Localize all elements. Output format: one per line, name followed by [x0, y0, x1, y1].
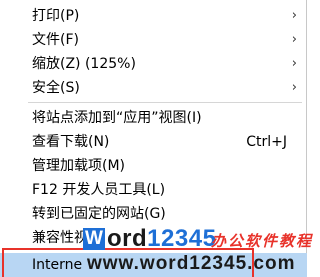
menu-item-label: 文件(F) [32, 32, 79, 48]
menu-item-print[interactable]: 打印(P) › [0, 4, 307, 28]
menu-item-label: 安全(S) [32, 80, 80, 96]
menu-item-manage-addons[interactable]: 管理加载项(M) [0, 154, 307, 178]
menu-item-zoom[interactable]: 缩放(Z) (125%) › [0, 52, 307, 76]
submenu-arrow-icon: › [291, 8, 297, 23]
watermark-brand: ord12345 [107, 224, 216, 254]
menu-item-label: 查看下载(N) [32, 134, 110, 150]
menu-item-label: 打印(P) [32, 8, 80, 24]
menu-item-label: 转到已固定的网站(G) [32, 206, 166, 222]
watermark-word: ord [107, 225, 148, 252]
menu-item-label: 缩放(Z) (125%) [32, 56, 136, 72]
menu-item-shortcut: Ctrl+J [246, 134, 287, 150]
watermark-url: www.word12345.com [87, 253, 296, 274]
menu-item-label: 兼容性视 [32, 230, 88, 246]
submenu-arrow-icon: › [291, 80, 297, 95]
watermark: W ord12345 办公软件教程 www.word12345.com [83, 224, 311, 277]
menu-item-label: 管理加载项(M) [32, 158, 126, 174]
menu-item-label: 将站点添加到“应用”视图(I) [32, 110, 202, 126]
watermark-cn-text: 办公软件教程 [211, 233, 314, 250]
watermark-number: 12345 [147, 225, 217, 252]
submenu-arrow-icon: › [291, 32, 297, 47]
menu-item-pinned-sites[interactable]: 转到已固定的网站(G) [0, 202, 307, 226]
submenu-arrow-icon: › [291, 56, 297, 71]
menu-item-label: F12 开发人员工具(L) [32, 182, 166, 198]
menu-item-safety[interactable]: 安全(S) › [0, 76, 307, 100]
menu-item-add-site-to-apps[interactable]: 将站点添加到“应用”视图(I) [0, 106, 307, 130]
menu-separator [28, 102, 302, 103]
menu-item-view-downloads[interactable]: 查看下载(N) Ctrl+J [0, 130, 307, 154]
menu-item-f12-devtools[interactable]: F12 开发人员工具(L) [0, 178, 307, 202]
watermark-logo-icon: W [83, 228, 105, 250]
menu-item-file[interactable]: 文件(F) › [0, 28, 307, 52]
